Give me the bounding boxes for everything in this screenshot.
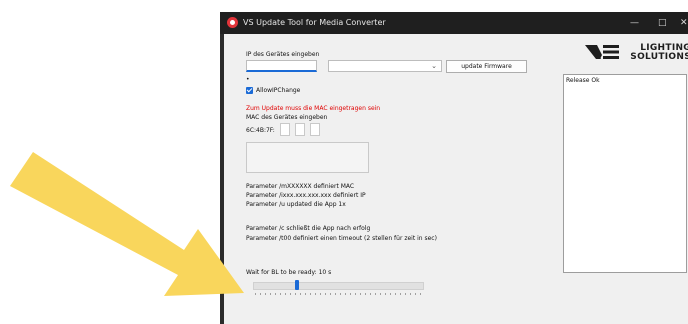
close-button[interactable]: ✕ bbox=[680, 16, 688, 30]
mac-field-2[interactable] bbox=[295, 123, 305, 136]
ip-label: IP des Gerätes eingeben bbox=[246, 51, 320, 58]
window-title: VS Update Tool for Media Converter bbox=[243, 18, 386, 27]
app-icon bbox=[227, 17, 238, 28]
vs-lighting-solutions-logo: LIGHTING SOLUTIONS bbox=[585, 40, 688, 62]
empty-panel bbox=[246, 142, 369, 173]
help-line: Parameter /mXXXXXX definiert MAC bbox=[246, 183, 355, 190]
allow-ip-change-label: AllowIPChange bbox=[256, 87, 301, 94]
update-firmware-button[interactable]: update Firmware bbox=[446, 60, 527, 73]
wait-slider-thumb[interactable] bbox=[295, 280, 300, 290]
logo-text-line2: SOLUTIONS bbox=[630, 52, 688, 62]
bullet-marker: • bbox=[246, 76, 250, 83]
mac-field-1[interactable] bbox=[280, 123, 290, 136]
help-line: Parameter /ixxx.xxx.xxx.xxx definiert IP bbox=[246, 192, 366, 199]
wait-slider-track[interactable] bbox=[253, 282, 424, 290]
ip-input[interactable] bbox=[246, 60, 317, 72]
mac-field-3[interactable] bbox=[310, 123, 320, 136]
allow-ip-change-checkbox[interactable] bbox=[246, 87, 253, 94]
wait-slider-label: Wait for BL to be ready: 10 s bbox=[246, 269, 332, 276]
log-text: Release Ok bbox=[566, 77, 600, 84]
mac-label: MAC des Gerätes eingeben bbox=[246, 114, 328, 121]
wait-slider-ticks bbox=[255, 293, 421, 295]
vs-logo-mark-icon bbox=[585, 45, 619, 59]
chevron-down-icon: ⌄ bbox=[431, 62, 437, 70]
maximize-button[interactable]: □ bbox=[658, 16, 667, 30]
help-line: Parameter /c schließt die App nach erfol… bbox=[246, 225, 371, 232]
mac-warning: Zum Update muss die MAC eingetragen sein bbox=[246, 105, 381, 112]
log-output: Release Ok bbox=[563, 74, 687, 273]
title-bar: VS Update Tool for Media Converter — □ ✕ bbox=[220, 12, 688, 34]
mac-prefix: 6C:4B:7F: bbox=[246, 127, 275, 134]
minimize-button[interactable]: — bbox=[630, 16, 639, 30]
help-line: Parameter /u updated die App 1x bbox=[246, 201, 346, 208]
help-line: Parameter /t00 definiert einen timeout (… bbox=[246, 235, 437, 242]
device-select[interactable]: ⌄ bbox=[328, 60, 442, 72]
app-window: LIGHTING SOLUTIONS IP des Gerätes eingeb… bbox=[220, 34, 688, 324]
